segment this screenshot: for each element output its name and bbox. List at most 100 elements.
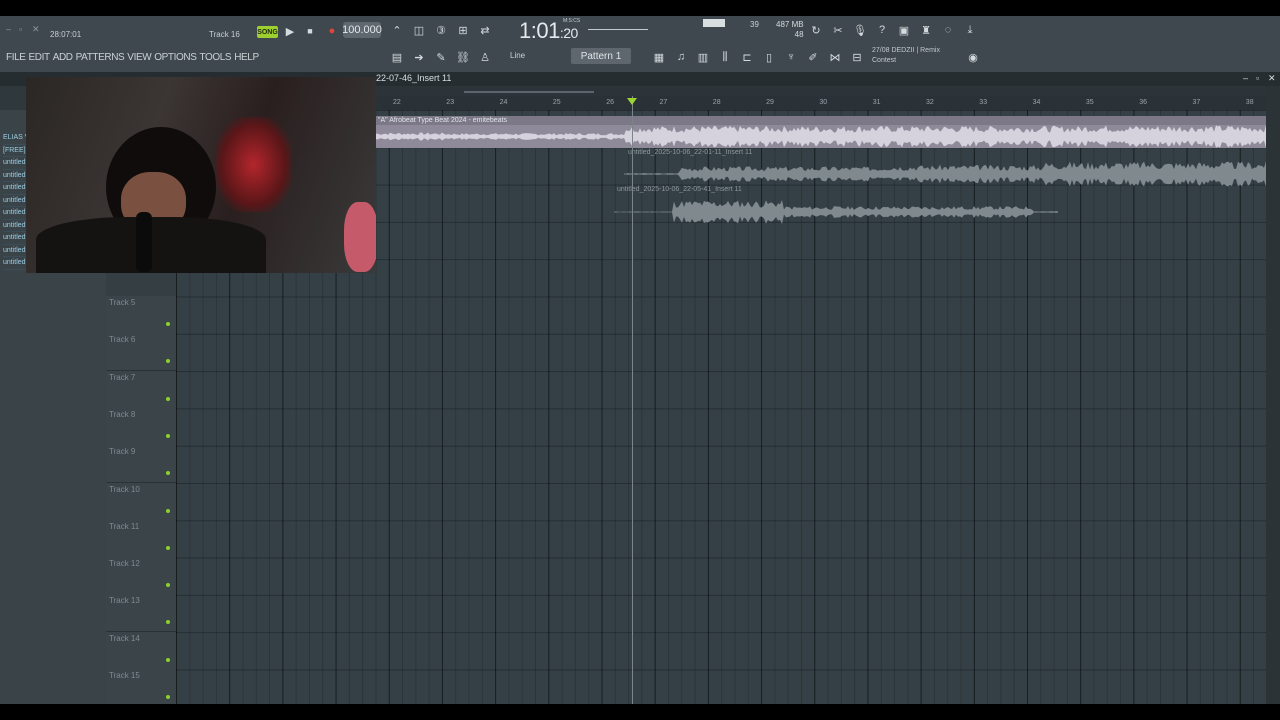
track-header[interactable]: Track 14 (106, 631, 176, 670)
browser-item[interactable]: untitled (3, 157, 27, 170)
playlist-maximize-icon[interactable]: ▫ (1256, 73, 1259, 83)
record-icon[interactable]: ● (323, 22, 341, 40)
pattern-selector[interactable]: Pattern 1 (571, 48, 631, 64)
wait-icon[interactable]: ◫ (410, 21, 428, 39)
playlist-icon[interactable]: ▤ (388, 48, 406, 66)
plug-icon[interactable]: ♆ (782, 48, 800, 66)
track-header[interactable]: Track 13 (106, 594, 176, 633)
scroll-thumb[interactable] (464, 91, 594, 93)
playlist-title: 22-07-46_Insert 11 (376, 73, 452, 83)
clock: 28:07:01 (50, 30, 82, 39)
link-icon[interactable]: ⛓ (454, 48, 472, 66)
track-enable-dot[interactable] (166, 433, 170, 438)
track-enable-dot[interactable] (166, 583, 170, 588)
main-toolbar: – ▫ ✕ 28:07:01 Track 16 SONG ▶ ■ ● 100.0… (0, 16, 1280, 73)
track-header[interactable]: Track 9 (106, 445, 176, 484)
ruler-bar-28: 28 (712, 99, 721, 106)
track-name: Track 8 (109, 409, 136, 419)
horizontal-scrollbar[interactable] (376, 86, 1266, 96)
browser-item[interactable]: ELIAS V (3, 132, 27, 145)
browser-item[interactable]: untitled (3, 257, 27, 270)
song-mode-button[interactable]: SONG (257, 26, 278, 38)
master-volume-slider[interactable] (588, 29, 648, 30)
track-header[interactable]: Track 12 (106, 557, 176, 596)
ruler-bar-23: 23 (446, 99, 455, 106)
track-enable-dot[interactable] (166, 620, 170, 625)
playlist-minimize-icon[interactable]: – (1243, 73, 1248, 83)
globe-icon[interactable]: ◉ (964, 48, 982, 66)
loop-record-icon[interactable]: ⇄ (476, 21, 494, 39)
playhead[interactable] (632, 96, 633, 704)
mixer-icon[interactable]: ✂ (829, 21, 847, 39)
track-enable-dot[interactable] (166, 657, 170, 662)
microphone-icon[interactable]: 🎙 (851, 21, 869, 39)
browser-item[interactable]: untitled (3, 207, 27, 220)
stamp-icon[interactable]: ♙ (476, 48, 494, 66)
track-enable-dot[interactable] (166, 695, 170, 699)
track-enable-dot[interactable] (166, 508, 170, 513)
close-icon[interactable]: ✕ (32, 24, 40, 35)
step-edit-icon[interactable]: ⊞ (454, 21, 472, 39)
browser-item[interactable]: untitled (3, 220, 27, 232)
channel-rack-icon[interactable]: ▦ (650, 48, 668, 66)
tempo-display[interactable]: 100.000 (342, 22, 382, 38)
tree-icon[interactable]: ⊏ (738, 48, 756, 66)
stop-icon[interactable]: ■ (301, 22, 319, 40)
vertical-scrollbar[interactable] (1266, 86, 1280, 704)
save-icon[interactable]: ▣ (895, 21, 913, 39)
browser-item[interactable]: untitled (3, 232, 27, 245)
track-enable-dot[interactable] (166, 545, 170, 550)
audio-clip-afrobeat[interactable]: "A" Afrobeat Type Beat 2024 - emitebeats (376, 116, 1266, 148)
brush-icon[interactable]: ✐ (804, 48, 822, 66)
track-header[interactable]: Track 15 (106, 669, 176, 704)
download-icon[interactable]: ⤓ (961, 21, 979, 39)
track-header[interactable]: Track 10 (106, 482, 176, 521)
memory-display: 487 MB 48 (776, 20, 804, 39)
arrow-icon[interactable]: ➔ (410, 48, 428, 66)
browser-item[interactable]: untitled (3, 170, 27, 182)
menu-options[interactable]: OPTIONS (154, 52, 197, 63)
minimize-icon[interactable]: – (6, 24, 11, 34)
play-icon[interactable]: ▶ (281, 22, 299, 40)
snap-selector[interactable]: Line (510, 51, 525, 60)
browser-item[interactable]: untitled (3, 245, 27, 257)
playlist-close-icon[interactable]: ✕ (1268, 73, 1276, 84)
menu-view[interactable]: VIEW (127, 52, 151, 63)
pink-object (344, 202, 376, 272)
metronome-icon[interactable]: ⌃ (388, 21, 406, 39)
browser-icon[interactable]: ▥ (694, 48, 712, 66)
menu-patterns[interactable]: PATTERNS (76, 52, 125, 63)
track-header[interactable]: Track 11 (106, 519, 176, 558)
timeline-ruler[interactable]: 22 23 24 25 26 27 28 29 30 31 32 33 34 35 36 37 38 (376, 96, 1266, 111)
track-enable-dot[interactable] (166, 396, 170, 401)
menu-tools[interactable]: TOOLS (199, 52, 231, 63)
track-header[interactable]: Track 8 (106, 407, 176, 446)
track-header[interactable]: Track 7 (106, 370, 176, 409)
plugin-icon[interactable]: ♜ (917, 21, 935, 39)
menu-help[interactable]: HELP (234, 52, 259, 63)
browser-item[interactable]: [FREE] (3, 145, 27, 157)
fish-icon[interactable]: ⋈ (826, 48, 844, 66)
playhead-marker[interactable] (627, 98, 637, 105)
undo-icon[interactable]: ↻ (807, 21, 825, 39)
countdown-icon[interactable]: ③ (432, 21, 450, 39)
clipboard-icon[interactable]: ▯ (760, 48, 778, 66)
restore-icon[interactable]: ▫ (19, 24, 22, 34)
menu-file[interactable]: FILE (6, 52, 26, 63)
cart-icon[interactable]: ⊟ (848, 48, 866, 66)
piano-roll-icon[interactable]: ♫ (672, 48, 690, 66)
audio-clip-recording-2[interactable] (614, 195, 1059, 229)
chat-icon[interactable]: ◌ (939, 21, 957, 39)
help-icon[interactable]: ? (873, 21, 891, 39)
mixer-view-icon[interactable]: ⫼ (716, 48, 734, 66)
track-enable-dot[interactable] (166, 322, 170, 326)
pencil-icon[interactable]: ✎ (432, 48, 450, 66)
browser-item[interactable]: untitled (3, 182, 27, 195)
menu-edit[interactable]: EDIT (29, 52, 51, 63)
track-header[interactable]: Track 6 (106, 333, 176, 372)
track-enable-dot[interactable] (166, 471, 170, 476)
menu-add[interactable]: ADD (53, 52, 73, 63)
track-header[interactable]: Track 5 (106, 296, 176, 334)
track-enable-dot[interactable] (166, 359, 170, 364)
browser-item[interactable]: untitled (3, 195, 27, 207)
